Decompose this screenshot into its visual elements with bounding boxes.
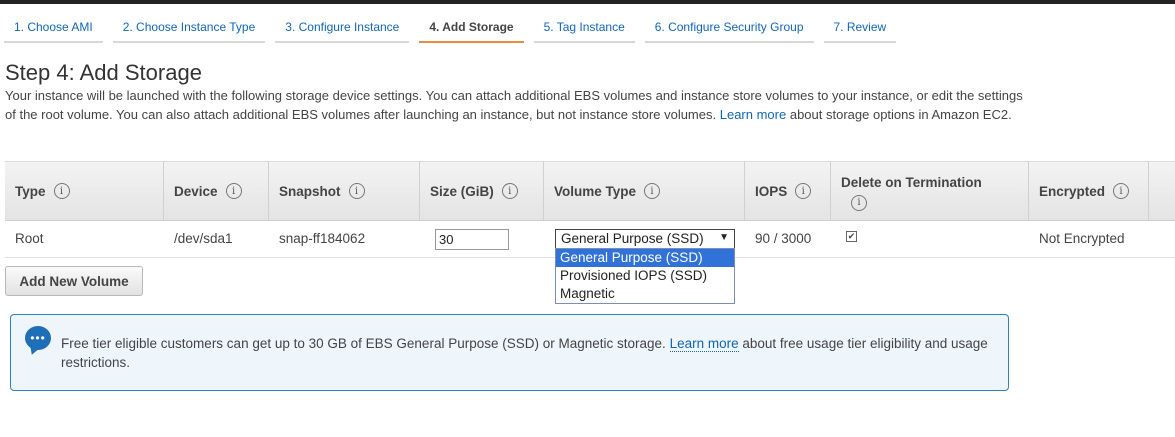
header-iops: IOPS i — [745, 162, 831, 220]
notice-text-part1: Free tier eligible customers can get up … — [61, 336, 666, 351]
cell-type: Root — [15, 231, 44, 246]
info-icon[interactable]: i — [348, 183, 365, 199]
description-text-end: about storage options in Amazon EC2. — [789, 106, 1012, 122]
volume-type-select[interactable]: General Purpose (SSD) ▼ — [555, 229, 735, 249]
top-bar — [0, 0, 1175, 4]
info-icon[interactable]: i — [795, 183, 812, 199]
header-snapshot: Snapshot i — [269, 162, 420, 220]
header-type-label: Type — [15, 183, 46, 199]
tab-tag-instance[interactable]: 5. Tag Instance — [533, 16, 635, 43]
learn-more-free-tier-link[interactable]: Learn more — [669, 336, 739, 352]
header-type: Type i — [5, 162, 164, 220]
option-magnetic[interactable]: Magnetic — [556, 285, 734, 303]
header-device-label: Device — [174, 183, 218, 199]
cell-device: /dev/sda1 — [174, 231, 233, 246]
storage-table-header: Type i Device i Snapshot i Size (GiB) i … — [5, 161, 1175, 221]
header-encrypted-label: Encrypted — [1039, 183, 1106, 199]
info-icon[interactable]: i — [225, 183, 242, 199]
header-iops-label: IOPS — [755, 183, 788, 199]
cell-snapshot: snap-ff184062 — [279, 231, 366, 246]
tab-configure-security-group[interactable]: 6. Configure Security Group — [644, 16, 814, 43]
header-snapshot-label: Snapshot — [279, 183, 341, 199]
tab-review[interactable]: 7. Review — [823, 16, 897, 43]
header-volume-type: Volume Type i — [544, 162, 745, 220]
header-size-label: Size (GiB) — [430, 183, 494, 199]
tab-configure-instance[interactable]: 3. Configure Instance — [275, 16, 410, 43]
page-description: Your instance will be launched with the … — [5, 87, 1035, 124]
chevron-down-icon[interactable]: ▼ — [719, 232, 729, 243]
wizard-tabs: 1. Choose AMI 2. Choose Instance Type 3.… — [4, 16, 906, 44]
free-tier-notice: ••• Free tier eligible customers can get… — [10, 314, 1009, 391]
option-provisioned-iops[interactable]: Provisioned IOPS (SSD) — [556, 267, 734, 285]
tab-choose-instance-type[interactable]: 2. Choose Instance Type — [112, 16, 266, 43]
info-icon[interactable]: i — [53, 183, 70, 199]
info-icon[interactable]: i — [1113, 183, 1130, 199]
cell-encrypted: Not Encrypted — [1039, 231, 1125, 246]
tab-add-storage[interactable]: 4. Add Storage — [419, 16, 524, 43]
info-icon[interactable]: i — [851, 195, 867, 211]
header-delete-label: Delete on Termination — [841, 175, 982, 190]
volume-type-selected: General Purpose (SSD) — [561, 231, 704, 246]
header-delete-on-termination: Delete on Termination i — [831, 162, 1029, 220]
info-icon[interactable]: i — [501, 183, 518, 199]
header-device: Device i — [164, 162, 269, 220]
cell-iops: 90 / 3000 — [755, 231, 812, 246]
volume-type-dropdown-list: General Purpose (SSD) Provisioned IOPS (… — [555, 248, 735, 304]
notice-text: Free tier eligible customers can get up … — [61, 335, 991, 372]
size-input[interactable] — [435, 229, 509, 250]
learn-more-storage-link[interactable]: Learn more — [720, 107, 786, 122]
info-icon[interactable]: i — [644, 183, 661, 199]
header-size: Size (GiB) i — [420, 162, 544, 220]
add-new-volume-button[interactable]: Add New Volume — [5, 266, 143, 296]
page-title: Step 4: Add Storage — [5, 60, 202, 85]
header-volume-type-label: Volume Type — [554, 183, 637, 199]
tab-choose-ami[interactable]: 1. Choose AMI — [4, 16, 103, 43]
delete-on-termination-checkbox[interactable]: ✔ — [846, 231, 857, 242]
option-general-purpose[interactable]: General Purpose (SSD) — [556, 249, 734, 267]
header-encrypted: Encrypted i — [1029, 162, 1149, 220]
speech-bubble-icon: ••• — [25, 326, 51, 350]
